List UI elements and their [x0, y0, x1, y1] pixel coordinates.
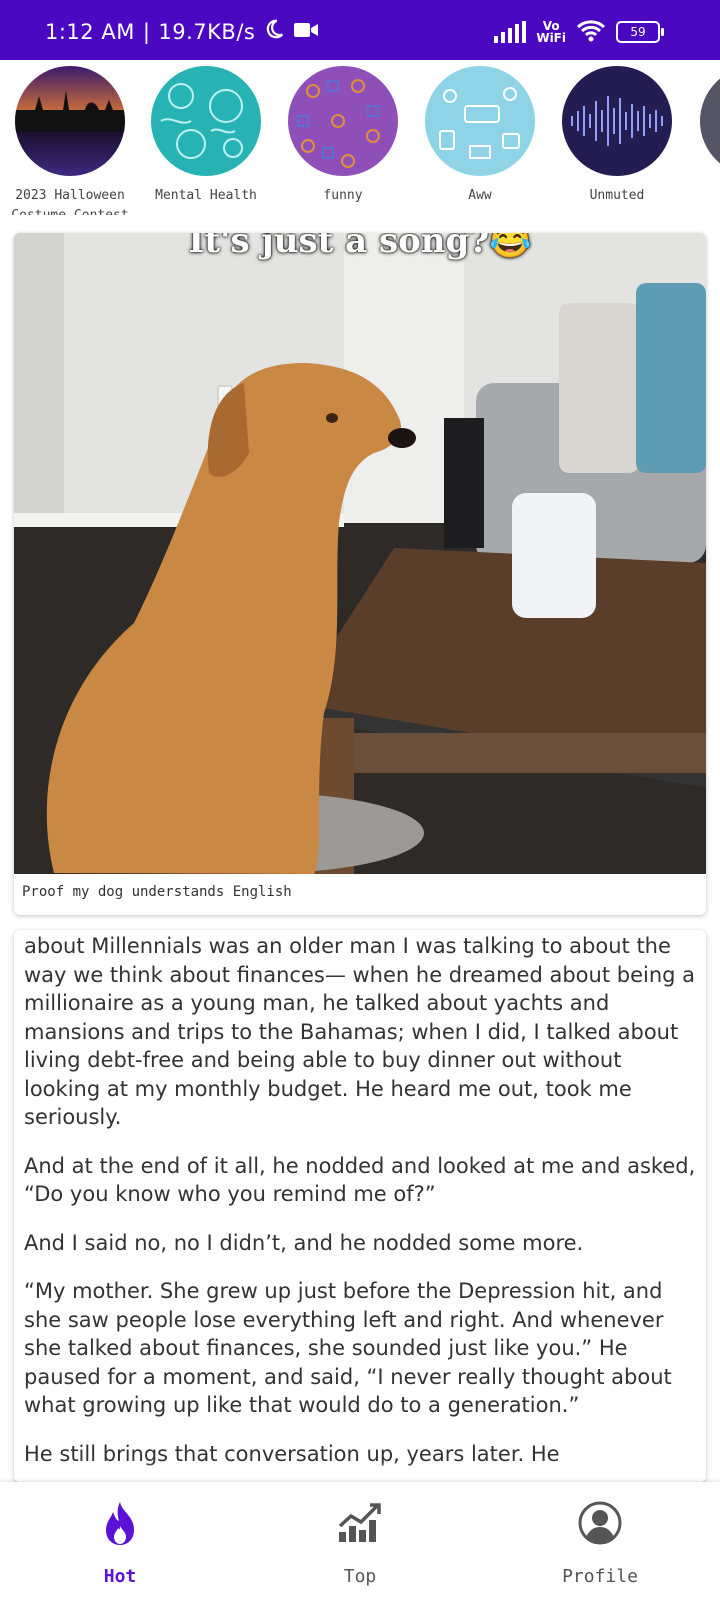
nav-label: Top — [343, 1566, 377, 1587]
status-divider: | — [142, 19, 151, 44]
status-time: 1:12 AM — [45, 19, 135, 44]
story-halloween[interactable]: 2023 Halloween Costume Contest — [0, 66, 140, 215]
status-speed: 19.7KB/s — [158, 19, 256, 44]
post-paragraph: And at the end of it all, he nodded and … — [24, 1153, 696, 1207]
text-post-card[interactable]: about Millennials was an older man I was… — [14, 930, 706, 1482]
flame-icon — [40, 1498, 200, 1548]
video-post-card[interactable]: It's just a song?😂 Proof my dog understa… — [14, 233, 706, 915]
sound-wave-icon — [562, 66, 672, 176]
moon-icon — [263, 18, 285, 45]
vowifi-label: Vo WiFi — [536, 20, 566, 44]
text-fade — [14, 1462, 706, 1482]
story-label: funny — [323, 188, 363, 203]
battery-icon: 59 — [616, 21, 664, 43]
status-bar: 1:12 AM | 19.7KB/s Vo WiFi 59 — [0, 0, 720, 60]
wifi-icon — [576, 18, 606, 46]
chart-icon — [280, 1498, 440, 1548]
teal-doodle-pattern-icon — [151, 66, 261, 176]
nav-label: Hot — [103, 1566, 137, 1587]
story-label: Aww — [468, 188, 492, 203]
status-right: Vo WiFi 59 — [494, 18, 664, 46]
halloween-silhouette-icon — [15, 66, 125, 176]
nav-label: Profile — [562, 1566, 638, 1587]
dog-video-thumbnail[interactable]: It's just a song?😂 — [14, 233, 706, 874]
post-caption: Proof my dog understands English — [22, 884, 292, 900]
nav-top[interactable]: Top — [280, 1498, 440, 1587]
nav-profile[interactable]: Profile — [520, 1498, 680, 1587]
post-paragraph: about Millennials was an older man I was… — [24, 934, 696, 1129]
community-stories-row[interactable]: 2023 Halloween Costume Contest Mental He… — [0, 60, 720, 215]
bottom-navigation: Hot Top Profile — [0, 1482, 720, 1600]
nav-hot[interactable]: Hot — [40, 1498, 200, 1587]
battery-level: 59 — [630, 25, 646, 39]
status-left: 1:12 AM | 19.7KB/s — [45, 18, 319, 45]
vowifi-bottom: WiFi — [536, 31, 566, 45]
story-label: Unmuted — [589, 188, 645, 203]
signal-icon — [494, 21, 527, 43]
story-funny[interactable]: funny — [273, 66, 413, 215]
post-body: about Millennials was an older man I was… — [14, 930, 706, 1468]
video-overlay-text: It's just a song?😂 — [188, 233, 532, 261]
pet-items-pattern-icon — [425, 66, 535, 176]
story-label: 2023 Halloween Costume Contest — [11, 188, 128, 215]
purple-pattern-icon — [288, 66, 398, 176]
story-label: Mental Health — [155, 188, 257, 203]
story-partial[interactable] — [685, 66, 720, 176]
video-icon — [293, 20, 319, 44]
partial-story-icon — [700, 66, 720, 176]
story-mental-health[interactable]: Mental Health — [136, 66, 276, 215]
story-unmuted[interactable]: Unmuted — [547, 66, 687, 215]
post-paragraph: “My mother. She grew up just before the … — [24, 1279, 672, 1417]
story-aww[interactable]: Aww — [410, 66, 550, 215]
profile-icon — [520, 1498, 680, 1548]
post-paragraph: And I said no, no I didn’t, and he nodde… — [24, 1230, 584, 1255]
